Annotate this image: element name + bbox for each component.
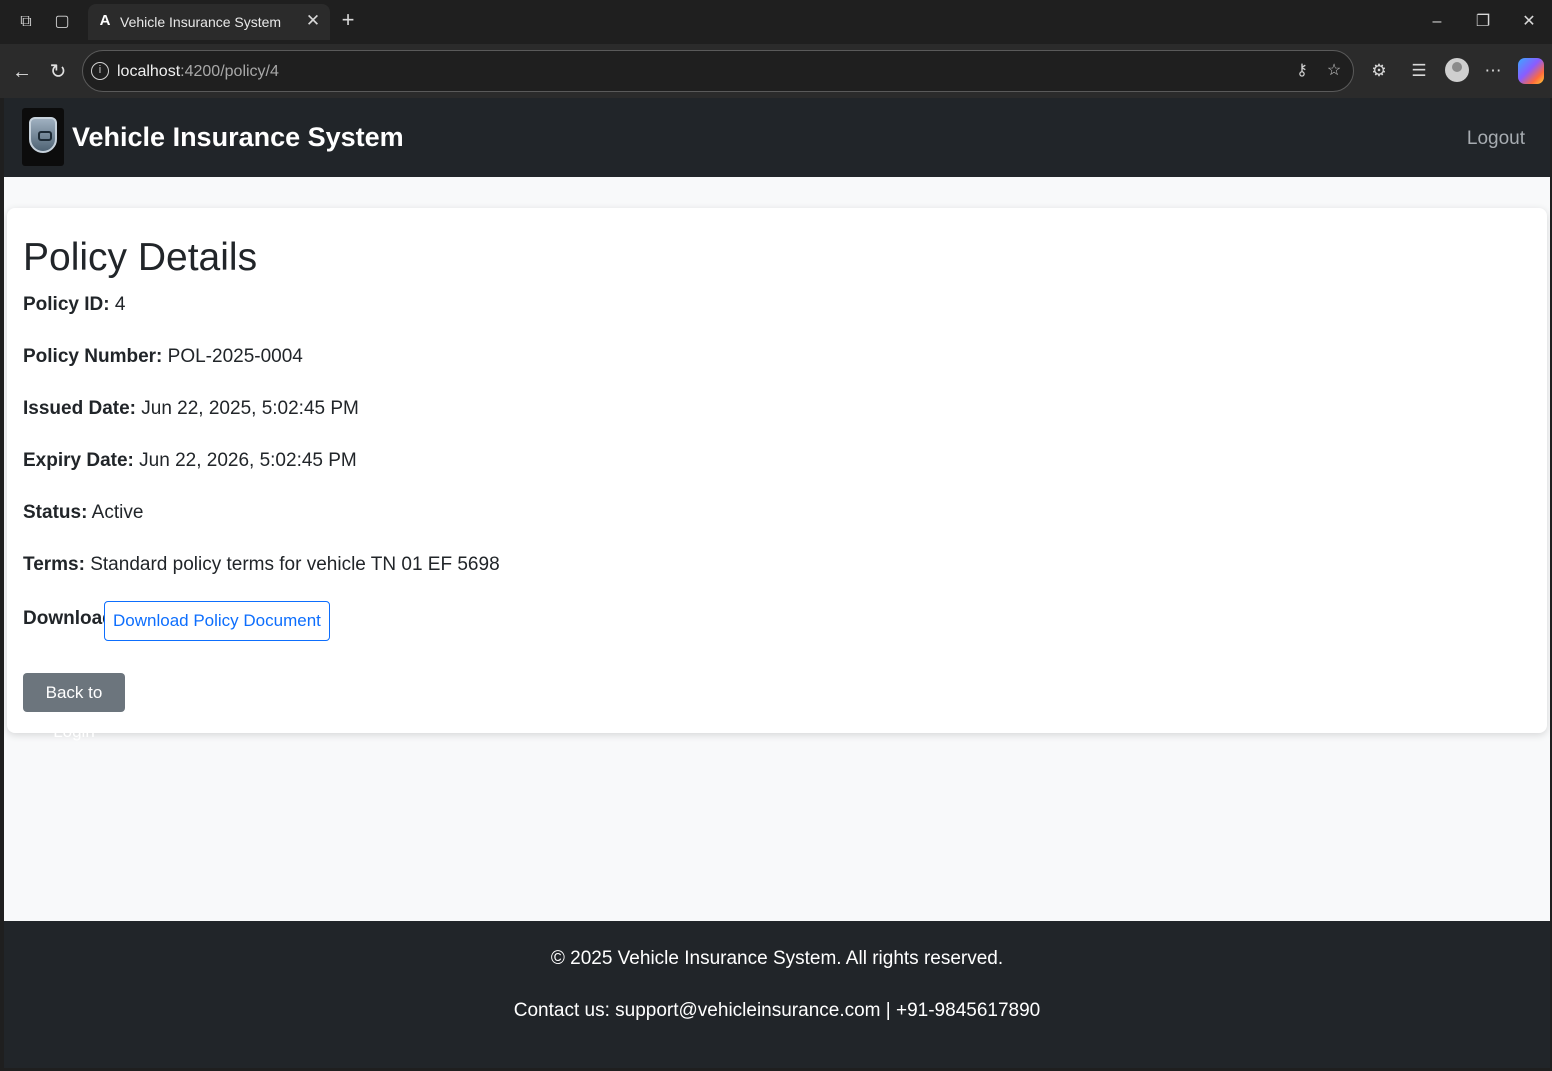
browser-tab-bar: ⧉ ▢ A Vehicle Insurance System ✕ + – ❐ ✕ <box>0 0 1552 44</box>
page-viewport: Vehicle Insurance System Logout Policy D… <box>4 98 1550 1068</box>
refresh-icon[interactable]: ↻ <box>44 58 72 86</box>
site-info-icon[interactable]: i <box>91 62 109 80</box>
status-label: Status: <box>23 502 88 523</box>
page-title: Policy Details <box>23 236 258 279</box>
profile-avatar[interactable] <box>1445 58 1469 82</box>
download-policy-button[interactable]: Download Policy Document <box>104 601 330 641</box>
policy-number-label: Policy Number: <box>23 346 163 367</box>
workspaces-icon[interactable]: ⧉ <box>14 10 38 34</box>
angular-favicon-icon: A <box>99 12 111 29</box>
browser-tab[interactable]: A Vehicle Insurance System ✕ <box>88 4 330 40</box>
url-field[interactable]: i localhost:4200/policy/4 ⚷ ☆ <box>82 50 1354 92</box>
favorite-star-icon[interactable]: ☆ <box>1323 60 1345 82</box>
minimize-icon[interactable]: – <box>1422 8 1452 36</box>
new-tab-icon[interactable]: + <box>336 8 360 32</box>
footer-copyright: © 2025 Vehicle Insurance System. All rig… <box>550 948 1004 969</box>
browser-address-bar: ← ↻ i localhost:4200/policy/4 ⚷ ☆ ⚙ ☰ ⋯ <box>0 44 1552 98</box>
expiry-date-label: Expiry Date: <box>23 450 134 471</box>
copilot-icon[interactable] <box>1518 58 1544 84</box>
expiry-date-row: Expiry Date: Jun 22, 2026, 5:02:45 PM <box>23 450 357 472</box>
footer: © 2025 Vehicle Insurance System. All rig… <box>4 921 1550 1068</box>
issued-date-label: Issued Date: <box>23 398 136 419</box>
url-text: localhost:4200/policy/4 <box>117 63 279 80</box>
shield-logo-icon[interactable] <box>22 108 64 166</box>
extensions-icon[interactable]: ⚙ <box>1366 58 1392 84</box>
tab-actions-icon[interactable]: ▢ <box>50 10 74 34</box>
close-window-icon[interactable]: ✕ <box>1514 8 1544 36</box>
terms-row: Terms: Standard policy terms for vehicle… <box>23 554 500 576</box>
policy-number-value: POL-2025-0004 <box>167 346 303 367</box>
more-menu-icon[interactable]: ⋯ <box>1480 58 1506 84</box>
favorites-list-icon[interactable]: ☰ <box>1406 58 1432 84</box>
terms-value: Standard policy terms for vehicle TN 01 … <box>90 554 500 575</box>
issued-date-row: Issued Date: Jun 22, 2025, 5:02:45 PM <box>23 398 359 420</box>
back-to-login-button[interactable]: Back to Login <box>23 673 125 741</box>
app-navbar: Vehicle Insurance System Logout <box>4 98 1550 177</box>
close-tab-icon[interactable]: ✕ <box>304 12 322 30</box>
password-key-icon[interactable]: ⚷ <box>1291 60 1313 82</box>
back-arrow-icon[interactable]: ← <box>8 58 36 86</box>
terms-label: Terms: <box>23 554 85 575</box>
logout-link[interactable]: Logout <box>1467 128 1525 150</box>
expiry-date-value: Jun 22, 2026, 5:02:45 PM <box>139 450 357 471</box>
policy-number-row: Policy Number: POL-2025-0004 <box>23 346 303 368</box>
status-row: Status: Active <box>23 502 143 524</box>
policy-id-label: Policy ID: <box>23 294 110 315</box>
policy-id-row: Policy ID: 4 <box>23 294 125 316</box>
policy-details-card: Policy Details Policy ID: 4 Policy Numbe… <box>7 208 1547 741</box>
footer-contact: Contact us: support@vehicleinsurance.com… <box>513 1000 1041 1021</box>
issued-date-value: Jun 22, 2025, 5:02:45 PM <box>141 398 359 419</box>
status-value: Active <box>91 502 144 523</box>
policy-id-value: 4 <box>114 294 126 315</box>
restore-icon[interactable]: ❐ <box>1468 8 1498 36</box>
tab-title: Vehicle Insurance System <box>120 14 282 30</box>
brand-title[interactable]: Vehicle Insurance System <box>72 122 404 153</box>
